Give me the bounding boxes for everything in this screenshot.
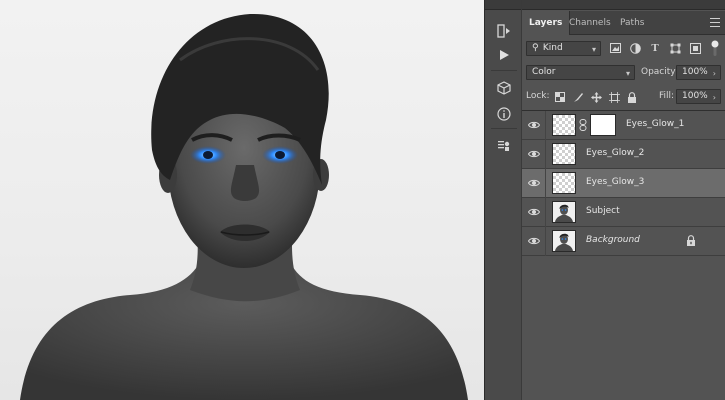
layer-name[interactable]: Subject xyxy=(586,206,620,216)
fill-field[interactable]: 100% › xyxy=(676,89,721,104)
blend-mode-dropdown[interactable]: Color ▾ xyxy=(526,65,635,80)
search-icon: ⚲ xyxy=(532,43,539,53)
portrait-photo xyxy=(20,13,468,400)
clone-source-icon[interactable] xyxy=(493,135,515,157)
layer-name[interactable]: Background xyxy=(586,235,640,245)
play-icon[interactable] xyxy=(493,44,515,66)
eye-visibility-icon[interactable] xyxy=(527,207,541,217)
layer-row[interactable]: Eyes_Glow_3 xyxy=(522,169,725,198)
chevron-right-icon: › xyxy=(712,69,716,78)
tab-paths[interactable]: Paths xyxy=(613,11,651,35)
mask-link-icon[interactable] xyxy=(579,119,587,131)
toolstrip-collapse-bar[interactable] xyxy=(485,0,521,10)
layer-thumbnail[interactable] xyxy=(552,230,576,252)
filter-kind-label: Kind xyxy=(542,43,563,53)
layer-filter-row: ⚲ Kind ▾ T xyxy=(522,40,725,57)
layer-row[interactable]: Eyes_Glow_1 xyxy=(522,111,725,140)
layer-row[interactable]: Subject xyxy=(522,198,725,227)
tab-channels[interactable]: Channels xyxy=(562,11,618,35)
layer-thumbnail[interactable] xyxy=(552,172,576,194)
fill-label: Fill: xyxy=(659,91,675,101)
layer-row[interactable]: Background xyxy=(522,227,725,256)
layer-row[interactable]: Eyes_Glow_2 xyxy=(522,140,725,169)
lock-transparent-pixels-icon[interactable] xyxy=(554,91,566,103)
filter-kind-dropdown[interactable]: ⚲ Kind ▾ xyxy=(526,41,601,56)
lock-label: Lock: xyxy=(526,91,550,101)
pixel-filter-icon[interactable] xyxy=(608,41,622,55)
layer-name[interactable]: Eyes_Glow_2 xyxy=(586,148,644,158)
panel-tool-strip xyxy=(484,0,522,400)
shape-filter-icon[interactable] xyxy=(668,41,682,55)
chevron-down-icon: ▾ xyxy=(591,45,596,54)
lock-all-icon[interactable] xyxy=(626,91,638,103)
opacity-value: 100% xyxy=(682,67,708,77)
layer-name[interactable]: Eyes_Glow_1 xyxy=(626,119,684,129)
filter-toggle-icon[interactable] xyxy=(708,40,722,56)
document-canvas[interactable] xyxy=(0,0,484,400)
layer-list: Eyes_Glow_1 Eyes_Glow_2 Eyes_Glow_3 Subject… xyxy=(522,110,725,400)
history-play-icon[interactable] xyxy=(493,20,515,42)
chevron-right-icon: › xyxy=(712,93,716,102)
layers-panel: Layers Channels Paths ⚲ Kind ▾ T Color ▾… xyxy=(522,0,725,400)
lock-image-pixels-icon[interactable] xyxy=(572,91,584,103)
layer-thumbnail[interactable] xyxy=(552,201,576,223)
lock-row: Lock: Fill: 100% › xyxy=(522,89,725,105)
layer-mask-thumbnail[interactable] xyxy=(590,114,616,136)
opacity-label: Opacity: xyxy=(641,67,678,77)
eye-visibility-icon[interactable] xyxy=(527,120,541,130)
blend-mode-row: Color ▾ Opacity: 100% › xyxy=(522,65,725,81)
info-icon[interactable] xyxy=(493,103,515,125)
layer-lock-icon xyxy=(686,235,696,246)
eye-visibility-icon[interactable] xyxy=(527,236,541,246)
panel-tabs: Layers Channels Paths xyxy=(522,11,725,35)
3d-cube-icon[interactable] xyxy=(493,77,515,99)
layer-name[interactable]: Eyes_Glow_3 xyxy=(586,177,644,187)
fill-value: 100% xyxy=(682,91,708,101)
eye-visibility-icon[interactable] xyxy=(527,178,541,188)
adjustment-filter-icon[interactable] xyxy=(628,41,642,55)
layer-thumbnail[interactable] xyxy=(552,143,576,165)
eye-visibility-icon[interactable] xyxy=(527,149,541,159)
blend-mode-value: Color xyxy=(532,67,556,77)
chevron-down-icon: ▾ xyxy=(625,69,630,78)
lock-position-icon[interactable] xyxy=(590,91,602,103)
panel-menu-icon[interactable] xyxy=(710,18,720,27)
panel-collapse-bar[interactable] xyxy=(522,0,725,10)
type-filter-icon[interactable]: T xyxy=(648,41,662,55)
opacity-field[interactable]: 100% › xyxy=(676,65,721,80)
layer-thumbnail[interactable] xyxy=(552,114,576,136)
lock-artboard-icon[interactable] xyxy=(608,91,620,103)
smart-object-filter-icon[interactable] xyxy=(688,41,702,55)
